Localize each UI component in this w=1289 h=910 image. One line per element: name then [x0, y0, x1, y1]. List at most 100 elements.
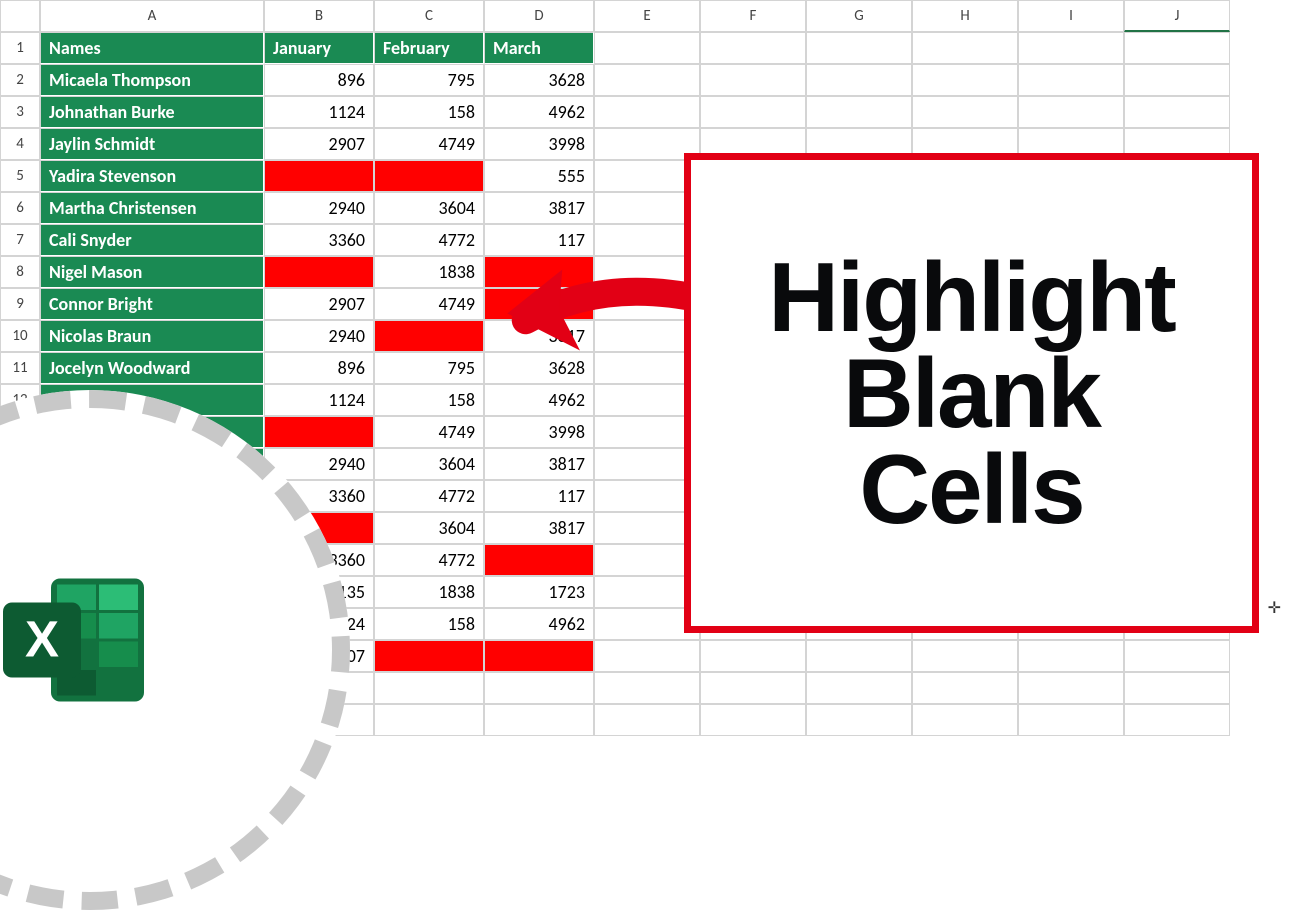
data-cell-blank[interactable] — [374, 160, 484, 192]
header-cell-names[interactable]: Names — [40, 32, 264, 64]
empty-cell[interactable] — [594, 32, 700, 64]
row-header[interactable]: 5 — [0, 160, 40, 192]
empty-cell[interactable] — [912, 64, 1018, 96]
data-cell[interactable]: 117 — [484, 480, 594, 512]
data-cell-blank[interactable] — [484, 544, 594, 576]
empty-cell[interactable] — [806, 32, 912, 64]
data-cell[interactable]: 3628 — [484, 64, 594, 96]
data-cell[interactable]: 3604 — [374, 512, 484, 544]
data-cell[interactable]: 158 — [374, 608, 484, 640]
empty-cell[interactable] — [594, 672, 700, 704]
row-header[interactable]: 4 — [0, 128, 40, 160]
data-cell[interactable]: 4749 — [374, 416, 484, 448]
data-cell[interactable]: 3604 — [374, 448, 484, 480]
row-header[interactable]: 8 — [0, 256, 40, 288]
empty-cell[interactable] — [374, 672, 484, 704]
row-header[interactable]: 7 — [0, 224, 40, 256]
empty-cell[interactable] — [700, 640, 806, 672]
data-cell[interactable]: 896 — [264, 64, 374, 96]
data-cell[interactable]: 4962 — [484, 608, 594, 640]
empty-cell[interactable] — [700, 704, 806, 736]
empty-cell[interactable] — [484, 672, 594, 704]
name-cell[interactable]: Yadira Stevenson — [40, 160, 264, 192]
data-cell[interactable]: 4749 — [374, 288, 484, 320]
data-cell[interactable]: 795 — [374, 64, 484, 96]
column-header-F[interactable]: F — [700, 0, 806, 32]
empty-cell[interactable] — [374, 704, 484, 736]
data-cell-blank[interactable] — [264, 256, 374, 288]
data-cell[interactable]: 555 — [484, 160, 594, 192]
empty-cell[interactable] — [806, 640, 912, 672]
data-cell[interactable]: 2940 — [264, 192, 374, 224]
data-cell[interactable]: 2907 — [264, 128, 374, 160]
empty-cell[interactable] — [594, 64, 700, 96]
name-cell[interactable]: Jocelyn Woodward — [40, 352, 264, 384]
header-cell-month[interactable]: March — [484, 32, 594, 64]
column-header-I[interactable]: I — [1018, 0, 1124, 32]
data-cell-blank[interactable] — [374, 640, 484, 672]
empty-cell[interactable] — [912, 32, 1018, 64]
column-header-D[interactable]: D — [484, 0, 594, 32]
empty-cell[interactable] — [1124, 640, 1230, 672]
data-cell[interactable]: 1838 — [374, 256, 484, 288]
data-cell[interactable]: 4772 — [374, 224, 484, 256]
data-cell[interactable]: 1124 — [264, 96, 374, 128]
empty-cell[interactable] — [806, 704, 912, 736]
row-header[interactable]: 3 — [0, 96, 40, 128]
data-cell[interactable]: 1838 — [374, 576, 484, 608]
empty-cell[interactable] — [912, 672, 1018, 704]
empty-cell[interactable] — [700, 672, 806, 704]
name-cell[interactable]: Connor Bright — [40, 288, 264, 320]
data-cell[interactable]: 3998 — [484, 128, 594, 160]
data-cell[interactable]: 158 — [374, 384, 484, 416]
row-header[interactable]: 10 — [0, 320, 40, 352]
data-cell[interactable]: 3604 — [374, 192, 484, 224]
data-cell-blank[interactable] — [264, 160, 374, 192]
name-cell[interactable]: Micaela Thompson — [40, 64, 264, 96]
column-header-B[interactable]: B — [264, 0, 374, 32]
column-header-G[interactable]: G — [806, 0, 912, 32]
name-cell[interactable]: Johnathan Burke — [40, 96, 264, 128]
empty-cell[interactable] — [1124, 704, 1230, 736]
data-cell[interactable]: 3817 — [484, 512, 594, 544]
empty-cell[interactable] — [1124, 32, 1230, 64]
empty-cell[interactable] — [700, 64, 806, 96]
data-cell[interactable]: 3817 — [484, 192, 594, 224]
row-header[interactable]: 2 — [0, 64, 40, 96]
column-header-J[interactable]: J — [1124, 0, 1230, 32]
data-cell[interactable]: 795 — [374, 352, 484, 384]
empty-cell[interactable] — [1018, 704, 1124, 736]
row-header[interactable]: 11 — [0, 352, 40, 384]
data-cell-blank[interactable] — [374, 320, 484, 352]
empty-cell[interactable] — [806, 672, 912, 704]
name-cell[interactable]: Martha Christensen — [40, 192, 264, 224]
name-cell[interactable]: Nicolas Braun — [40, 320, 264, 352]
empty-cell[interactable] — [1018, 64, 1124, 96]
data-cell[interactable]: 4772 — [374, 544, 484, 576]
data-cell[interactable]: 2907 — [264, 288, 374, 320]
empty-cell[interactable] — [912, 96, 1018, 128]
name-cell[interactable]: Nigel Mason — [40, 256, 264, 288]
data-cell[interactable]: 896 — [264, 352, 374, 384]
empty-cell[interactable] — [1018, 32, 1124, 64]
empty-cell[interactable] — [1124, 64, 1230, 96]
empty-cell[interactable] — [912, 640, 1018, 672]
data-cell[interactable]: 158 — [374, 96, 484, 128]
empty-cell[interactable] — [700, 96, 806, 128]
data-cell-blank[interactable] — [484, 640, 594, 672]
row-header[interactable]: 9 — [0, 288, 40, 320]
select-all-cell[interactable] — [0, 0, 40, 32]
data-cell[interactable]: 2940 — [264, 320, 374, 352]
empty-cell[interactable] — [594, 704, 700, 736]
column-header-C[interactable]: C — [374, 0, 484, 32]
empty-cell[interactable] — [700, 32, 806, 64]
header-cell-month[interactable]: January — [264, 32, 374, 64]
data-cell[interactable]: 3998 — [484, 416, 594, 448]
data-cell[interactable]: 4962 — [484, 384, 594, 416]
row-header[interactable]: 6 — [0, 192, 40, 224]
data-cell[interactable]: 1723 — [484, 576, 594, 608]
data-cell[interactable]: 4772 — [374, 480, 484, 512]
empty-cell[interactable] — [594, 96, 700, 128]
column-header-A[interactable]: A — [40, 0, 264, 32]
data-cell[interactable]: 3360 — [264, 224, 374, 256]
